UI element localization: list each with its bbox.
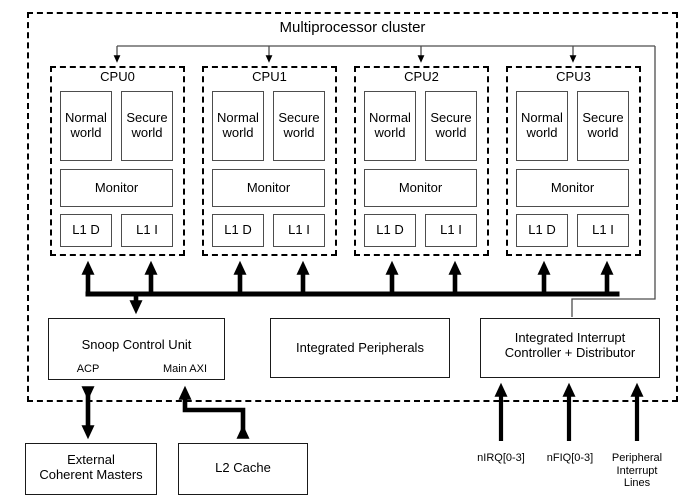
- cpu-label-cpu0: CPU0: [100, 69, 135, 84]
- l1-data-cache-box-cpu2: L1 D: [364, 214, 416, 247]
- l1-instruction-cache-box-cpu0: L1 I: [121, 214, 173, 247]
- l1-instruction-cache-box-cpu3: L1 I: [577, 214, 629, 247]
- l2-cache-label: L2 Cache: [215, 460, 271, 475]
- secure-world-box-cpu0: Secure world: [121, 91, 173, 161]
- snoop-control-unit-label: Snoop Control Unit: [81, 337, 192, 352]
- cpu-label-cpu3: CPU3: [556, 69, 591, 84]
- monitor-box-cpu2: Monitor: [364, 169, 477, 207]
- integrated-peripherals-label: Integrated Peripherals: [296, 340, 424, 355]
- normal-world-box-cpu2: Normal world: [364, 91, 416, 161]
- external-coherent-masters-label: External Coherent Masters: [39, 452, 143, 482]
- interrupt-controller-label: Integrated Interrupt Controller + Distri…: [504, 330, 636, 360]
- normal-world-box-cpu3: Normal world: [516, 91, 568, 161]
- l1-data-cache-box-cpu3: L1 D: [516, 214, 568, 247]
- monitor-box-cpu0: Monitor: [60, 169, 173, 207]
- monitor-box-cpu1: Monitor: [212, 169, 325, 207]
- cpu-label-cpu2: CPU2: [404, 69, 439, 84]
- peripheral-interrupt-lines-label: Peripheral Interrupt Lines: [611, 452, 663, 490]
- secure-world-box-cpu3: Secure world: [577, 91, 629, 161]
- l1-data-cache-box-cpu1: L1 D: [212, 214, 264, 247]
- cluster-title: Multiprocessor cluster: [279, 19, 426, 36]
- l1-instruction-cache-box-cpu1: L1 I: [273, 214, 325, 247]
- monitor-box-cpu3: Monitor: [516, 169, 629, 207]
- main-axi-port-label: Main AXI: [162, 363, 208, 375]
- blocks-layer: Multiprocessor cluster CPU0 Normal world…: [0, 0, 700, 504]
- cpu-label-cpu1: CPU1: [252, 69, 287, 84]
- normal-world-box-cpu1: Normal world: [212, 91, 264, 161]
- multiprocessor-cluster-diagram: Multiprocessor cluster CPU0 Normal world…: [0, 0, 700, 504]
- normal-world-box-cpu0: Normal world: [60, 91, 112, 161]
- secure-world-box-cpu1: Secure world: [273, 91, 325, 161]
- secure-world-box-cpu2: Secure world: [425, 91, 477, 161]
- acp-port-label: ACP: [76, 363, 100, 375]
- l1-instruction-cache-box-cpu2: L1 I: [425, 214, 477, 247]
- l1-data-cache-box-cpu0: L1 D: [60, 214, 112, 247]
